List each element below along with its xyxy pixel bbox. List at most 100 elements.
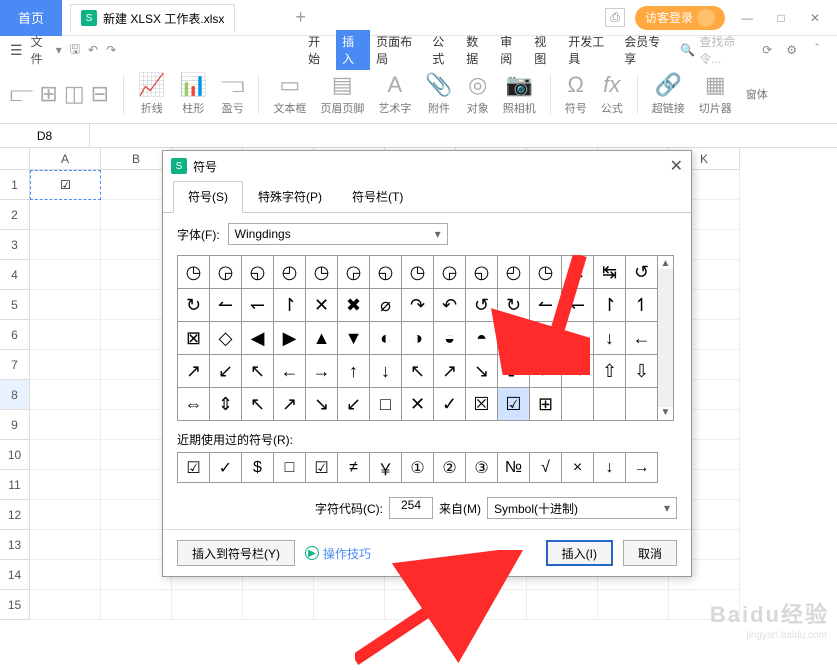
recent-symbol-cell[interactable]: →: [626, 453, 658, 483]
row-header[interactable]: 13: [0, 530, 30, 560]
symbol-cell[interactable]: ↘: [306, 388, 338, 421]
symbol-scrollbar[interactable]: ▲ ▼: [658, 255, 674, 421]
symbol-cell[interactable]: ✕: [402, 388, 434, 421]
row-header[interactable]: 5: [0, 290, 30, 320]
row-header[interactable]: 2: [0, 200, 30, 230]
symbol-cell[interactable]: ◴: [498, 256, 530, 289]
cell[interactable]: [30, 290, 101, 320]
symbol-cell[interactable]: ←: [274, 355, 306, 388]
dialog-tab[interactable]: 特殊字符(P): [243, 181, 337, 212]
cell[interactable]: [30, 590, 101, 620]
recent-symbol-cell[interactable]: ☑: [178, 453, 210, 483]
recent-symbol-cell[interactable]: √: [530, 453, 562, 483]
char-code-input[interactable]: 254: [389, 497, 433, 519]
symbol-cell[interactable]: [562, 388, 594, 421]
minimize-button[interactable]: —: [735, 11, 759, 25]
recent-symbol-cell[interactable]: ×: [562, 453, 594, 483]
cloud-icon[interactable]: ⟳: [762, 43, 772, 57]
hyperlink-icon[interactable]: 🔗: [655, 72, 682, 98]
recent-symbol-cell[interactable]: $: [242, 453, 274, 483]
reading-mode-icon[interactable]: ⎙: [605, 8, 625, 27]
symbol-icon[interactable]: Ω: [568, 72, 584, 98]
guest-login[interactable]: 访客登录: [635, 6, 725, 30]
row-header[interactable]: 4: [0, 260, 30, 290]
name-box[interactable]: D8: [0, 124, 90, 147]
symbol-cell[interactable]: ⌀: [370, 289, 402, 322]
recent-symbol-cell[interactable]: ￥: [370, 453, 402, 483]
symbol-cell[interactable]: □: [370, 388, 402, 421]
row-header[interactable]: 10: [0, 440, 30, 470]
chart-icon[interactable]: ⊞: [39, 81, 57, 107]
insert-button[interactable]: 插入(I): [546, 540, 613, 566]
recent-symbol-cell[interactable]: ③: [466, 453, 498, 483]
menu-tab-1[interactable]: 插入: [336, 30, 370, 70]
scroll-up-icon[interactable]: ▲: [661, 258, 671, 269]
cell[interactable]: [30, 470, 101, 500]
symbol-cell[interactable]: ☑: [498, 388, 530, 421]
symbol-cell[interactable]: ◶: [338, 256, 370, 289]
symbol-cell[interactable]: ◷: [402, 256, 434, 289]
symbol-cell[interactable]: ↘: [466, 355, 498, 388]
scroll-down-icon[interactable]: ▼: [661, 407, 671, 418]
sparkline-winloss-icon[interactable]: ⫎: [221, 72, 244, 98]
chart-icon[interactable]: ◫: [64, 81, 85, 107]
cancel-button[interactable]: 取消: [623, 540, 677, 566]
menu-tab-3[interactable]: 公式: [426, 30, 460, 70]
symbol-cell[interactable]: ◴: [274, 256, 306, 289]
wordart-icon[interactable]: A: [387, 72, 402, 98]
recent-symbol-cell[interactable]: ✓: [210, 453, 242, 483]
symbol-cell[interactable]: ↑: [562, 322, 594, 355]
symbol-cell[interactable]: ↗: [434, 355, 466, 388]
recent-symbol-cell[interactable]: ①: [402, 453, 434, 483]
row-header[interactable]: 1: [0, 170, 30, 200]
symbol-cell[interactable]: ◵: [466, 256, 498, 289]
symbol-cell[interactable]: ↻: [178, 289, 210, 322]
cell[interactable]: [385, 590, 456, 620]
menu-tab-4[interactable]: 数据: [460, 30, 494, 70]
attachment-icon[interactable]: 📎: [425, 72, 452, 98]
symbol-cell[interactable]: ▶: [274, 322, 306, 355]
symbol-cell[interactable]: ↹: [594, 256, 626, 289]
cell[interactable]: [30, 530, 101, 560]
symbol-cell[interactable]: [594, 388, 626, 421]
symbol-cell[interactable]: ▼: [338, 322, 370, 355]
row-header[interactable]: 7: [0, 350, 30, 380]
symbol-cell[interactable]: ↙: [210, 355, 242, 388]
cell[interactable]: [456, 590, 527, 620]
tips-link[interactable]: ▶ 操作技巧: [305, 545, 371, 562]
symbol-cell[interactable]: ↓: [370, 355, 402, 388]
symbol-cell[interactable]: ↶: [434, 289, 466, 322]
symbol-cell[interactable]: ✕: [306, 289, 338, 322]
recent-symbol-cell[interactable]: □: [274, 453, 306, 483]
symbol-cell[interactable]: ⇔: [178, 388, 210, 421]
textbox-icon[interactable]: ▭: [279, 72, 300, 98]
sparkline-bar-icon[interactable]: 📊: [180, 72, 207, 98]
symbol-cell[interactable]: ↿: [626, 289, 658, 322]
symbol-cell[interactable]: ◶: [434, 256, 466, 289]
new-tab-button[interactable]: +: [285, 7, 316, 28]
cell[interactable]: [172, 590, 243, 620]
symbol-cell[interactable]: ↻: [498, 289, 530, 322]
symbol-cell[interactable]: ◑: [402, 322, 434, 355]
workbook-tab[interactable]: S 新建 XLSX 工作表.xlsx: [70, 4, 235, 32]
equation-icon[interactable]: fx: [603, 72, 620, 98]
symbol-cell[interactable]: ↙: [498, 355, 530, 388]
recent-symbols[interactable]: ☑✓$□☑≠￥①②③№√×↓→: [177, 452, 658, 483]
cell[interactable]: [30, 260, 101, 290]
symbol-cell[interactable]: ↼: [210, 289, 242, 322]
symbol-cell[interactable]: ◵: [242, 256, 274, 289]
symbol-cell[interactable]: ◷: [178, 256, 210, 289]
symbol-cell[interactable]: ↷: [402, 289, 434, 322]
cell[interactable]: [243, 590, 314, 620]
cell[interactable]: ☑: [30, 170, 101, 200]
symbol-cell[interactable]: ↽: [562, 289, 594, 322]
symbol-cell[interactable]: →: [306, 355, 338, 388]
recent-symbol-cell[interactable]: ↓: [594, 453, 626, 483]
symbol-cell[interactable]: ◒: [434, 322, 466, 355]
menu-tab-6[interactable]: 视图: [528, 30, 562, 70]
symbol-cell[interactable]: ☒: [466, 388, 498, 421]
command-search[interactable]: 🔍 查找命令...: [680, 33, 748, 67]
symbol-cell[interactable]: ↖: [242, 355, 274, 388]
cell[interactable]: [30, 230, 101, 260]
symbol-cell[interactable]: ←: [626, 322, 658, 355]
